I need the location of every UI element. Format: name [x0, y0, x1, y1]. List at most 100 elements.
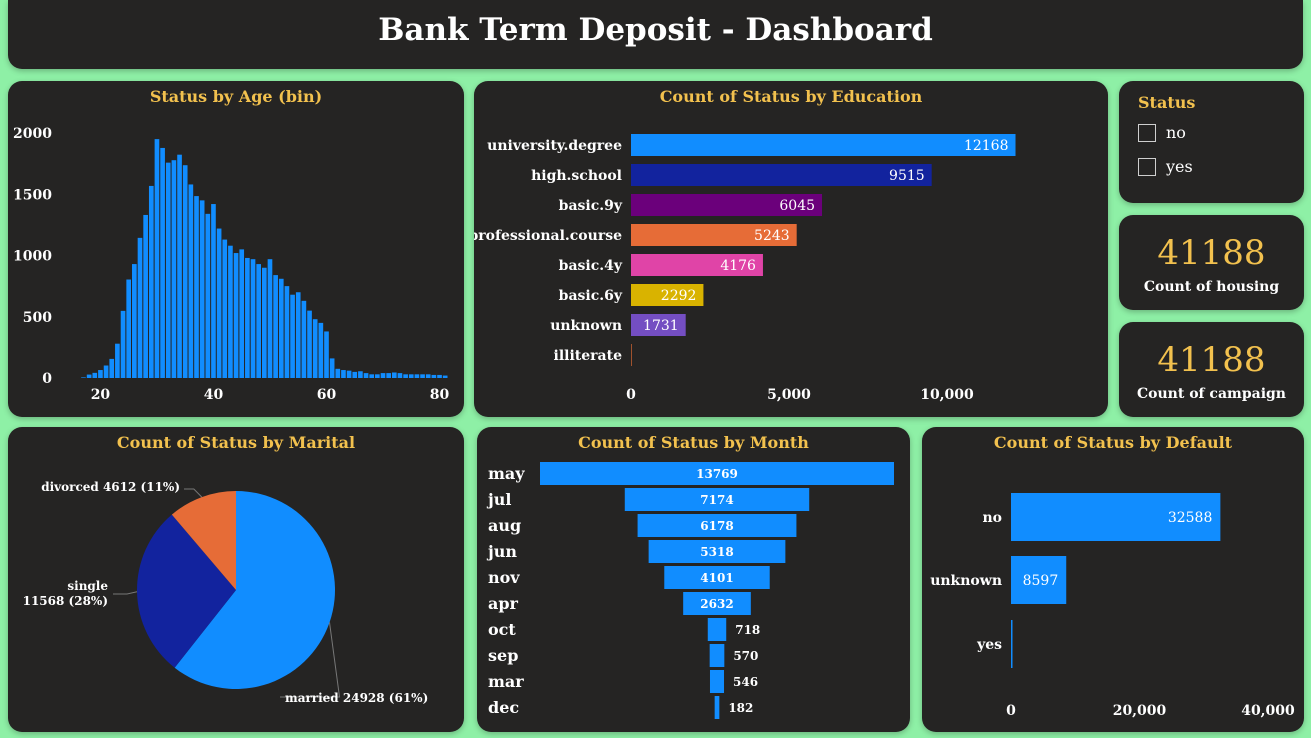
- x-tick-label: 60: [317, 387, 337, 403]
- age-bar: [199, 200, 205, 378]
- age-bar: [273, 275, 278, 378]
- age-bar: [403, 374, 408, 378]
- campaign-kpi-value: 41188: [1157, 340, 1266, 380]
- age-chart-title: Status by Age (bin): [149, 87, 323, 106]
- age-bar: [431, 374, 437, 378]
- age-bar: [295, 292, 301, 378]
- x-tick-label: 20,000: [1113, 703, 1167, 719]
- education-chart[interactable]: university.degree 12168 high.school 9515 bas…: [474, 81, 1108, 417]
- age-bar: [171, 160, 177, 378]
- age-bar: [188, 184, 194, 378]
- default-category-label: no: [982, 510, 1002, 526]
- month-bar: [714, 696, 720, 719]
- status-option-yes[interactable]: yes: [1138, 157, 1193, 176]
- pie-leader-line: [184, 488, 203, 498]
- default-bar: [1011, 620, 1013, 668]
- age-chart[interactable]: 0 500 1000 1500 2000 20 40 60 80: [8, 81, 464, 417]
- education-category-label: university.degree: [487, 138, 622, 154]
- age-bar: [115, 343, 120, 378]
- education-data-label: 2292: [661, 288, 697, 304]
- education-category-label: unknown: [550, 318, 622, 334]
- age-bar: [335, 368, 341, 378]
- y-tick-label: 500: [23, 310, 52, 326]
- x-tick-label: 40: [204, 387, 224, 403]
- age-bar: [239, 249, 245, 378]
- age-bar: [318, 322, 324, 378]
- month-data-label: 4101: [700, 571, 733, 585]
- age-bar: [442, 375, 448, 378]
- month-category-label: jul: [486, 490, 512, 509]
- age-bar: [346, 370, 352, 378]
- month-data-label: 2632: [700, 597, 733, 611]
- pie-leader-line: [113, 591, 138, 595]
- marital-chart-title: Count of Status by Marital: [116, 433, 356, 452]
- age-bar: [408, 374, 414, 378]
- default-chart[interactable]: no 32588 unknown 8597 yes 0 20,000 40,000: [922, 427, 1304, 732]
- age-bar: [278, 278, 284, 378]
- age-bar: [205, 213, 211, 378]
- month-bar: [709, 644, 725, 667]
- default-chart-card[interactable]: Count of Status by Default no 32588 unknow…: [922, 427, 1304, 732]
- status-option-no[interactable]: no: [1138, 123, 1186, 142]
- education-category-label: basic.9y: [559, 198, 623, 214]
- age-bar: [109, 358, 115, 378]
- age-bar: [312, 319, 318, 378]
- age-bar: [363, 373, 369, 378]
- month-data-label: 5318: [700, 545, 733, 559]
- pie-label-single-value: 11568 (28%): [23, 594, 108, 608]
- education-category-label: basic.4y: [559, 258, 623, 274]
- age-bar: [132, 264, 137, 378]
- month-chart-title: Count of Status by Month: [578, 433, 809, 452]
- age-bar: [211, 204, 216, 378]
- age-bar: [137, 237, 143, 378]
- age-bar: [222, 239, 228, 378]
- pie-label-married: married 24928 (61%): [285, 691, 428, 705]
- month-bar: [709, 670, 725, 693]
- education-chart-card[interactable]: Count of Status by Education university.…: [474, 81, 1108, 417]
- x-tick-label: 40,000: [1241, 703, 1295, 719]
- y-tick-label: 1500: [13, 187, 52, 203]
- age-bar: [307, 310, 312, 378]
- age-bar: [420, 374, 425, 378]
- age-bar: [86, 374, 92, 378]
- default-category-label: yes: [976, 637, 1002, 653]
- pie-label-divorced: divorced 4612 (11%): [41, 480, 180, 494]
- education-category-label: basic.6y: [559, 288, 623, 304]
- age-bar: [380, 373, 386, 378]
- education-bar: [631, 344, 632, 366]
- month-category-label: nov: [488, 568, 520, 587]
- campaign-kpi-card: 41188 Count of campaign: [1119, 322, 1304, 417]
- month-chart-card[interactable]: Count of Status by Month may 13769 jul 7174…: [477, 427, 910, 732]
- education-category-label: illiterate: [554, 348, 623, 364]
- age-bar: [120, 310, 126, 378]
- age-bar: [92, 372, 98, 378]
- month-chart[interactable]: may 13769 jul 7174 aug 6178 jun 5318 nov 4101 apr 2…: [477, 427, 910, 732]
- age-bar: [284, 286, 290, 378]
- month-data-label: 182: [728, 701, 753, 715]
- age-bar: [397, 373, 403, 378]
- x-tick-label: 10,000: [920, 387, 974, 403]
- month-category-label: aug: [488, 516, 521, 535]
- age-chart-card[interactable]: Status by Age (bin) 0 500 1000 1500 2000 20 40…: [8, 81, 464, 417]
- age-bar: [216, 228, 222, 378]
- checkbox-icon[interactable]: [1138, 157, 1156, 176]
- age-bar: [437, 374, 442, 378]
- age-bar: [228, 245, 233, 378]
- education-data-label: 12168: [964, 138, 1009, 154]
- pie-label-single: single: [67, 579, 108, 593]
- marital-chart-card[interactable]: Count of Status by Marital married 24928…: [8, 427, 464, 732]
- age-bar: [126, 279, 132, 378]
- month-data-label: 546: [733, 675, 758, 689]
- month-category-label: may: [488, 464, 525, 483]
- age-bar: [341, 370, 346, 378]
- status-option-label: yes: [1166, 157, 1193, 176]
- month-category-label: mar: [488, 672, 524, 691]
- age-bar: [425, 374, 431, 378]
- age-bar: [267, 259, 273, 378]
- checkbox-icon[interactable]: [1138, 123, 1156, 142]
- x-tick-label: 80: [430, 387, 450, 403]
- marital-chart[interactable]: married 24928 (61%) single11568 (28%) divo…: [8, 427, 464, 732]
- age-bar: [154, 139, 160, 378]
- education-bar: [631, 134, 1016, 156]
- age-bar: [81, 377, 86, 378]
